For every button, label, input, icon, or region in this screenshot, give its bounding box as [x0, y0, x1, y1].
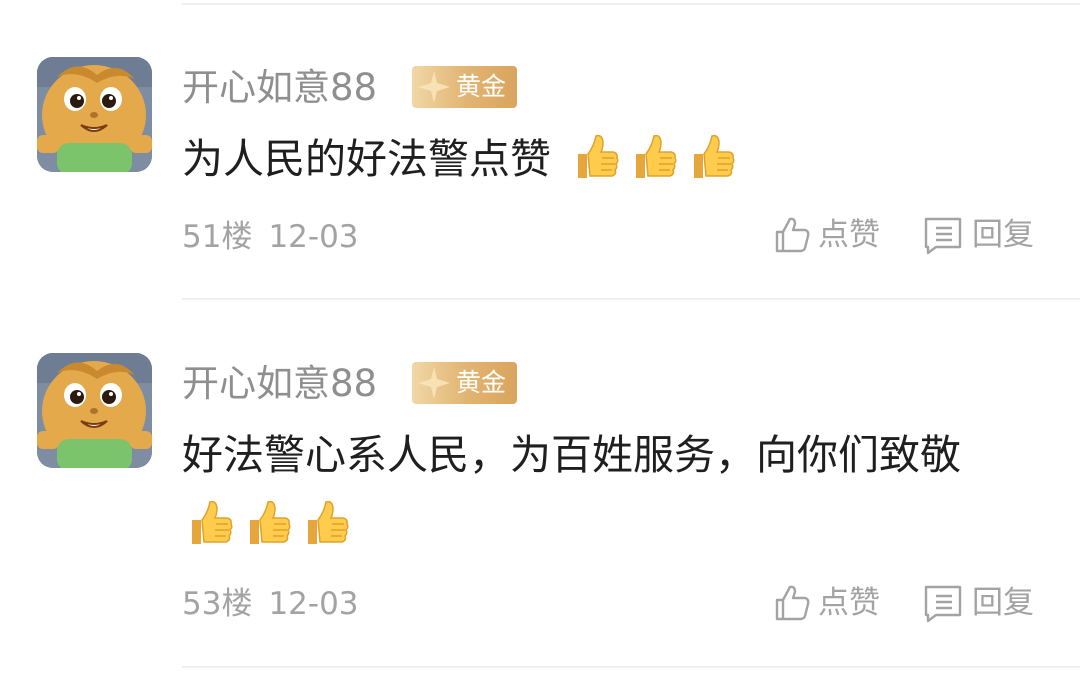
- thumbs-up-emoji-icon: [578, 134, 619, 178]
- comment-text: 为人民的好法警点赞: [182, 135, 551, 183]
- thumbs-emoji-row: [568, 130, 738, 184]
- comment-date: 12-03: [268, 219, 359, 255]
- divider-bottom: [182, 666, 1080, 668]
- thumbs-up-emoji-icon: [192, 500, 233, 544]
- like-button[interactable]: 点赞: [772, 215, 880, 255]
- comment-meta: 51楼 12-03: [182, 217, 359, 257]
- reply-outline-icon: [924, 217, 962, 255]
- comment-date: 12-03: [268, 586, 359, 622]
- comment-item: 开心如意88 黄金 好法警心系人民，为百姓服务，向你们致敬 53楼 12-03: [0, 300, 1080, 666]
- thumb-up-outline-icon: [775, 217, 810, 253]
- level-badge: 黄金: [412, 362, 517, 404]
- comment-text: 好法警心系人民，为百姓服务，向你们致敬: [182, 431, 961, 479]
- thumbs-emoji-row: [182, 496, 352, 550]
- reply-label: 回复: [972, 217, 1034, 253]
- reply-label: 回复: [972, 585, 1034, 621]
- avatar-cartoon-icon: [37, 353, 152, 468]
- username[interactable]: 开心如意88: [182, 66, 377, 110]
- like-label: 点赞: [818, 217, 880, 253]
- avatar-cartoon-icon: [37, 57, 152, 172]
- badge-label: 黄金: [456, 368, 507, 397]
- floor-number: 53楼: [182, 586, 253, 622]
- reply-button[interactable]: 回复: [922, 583, 1034, 623]
- thumbs-up-emoji-icon: [250, 500, 291, 544]
- avatar[interactable]: [37, 353, 152, 468]
- like-button[interactable]: 点赞: [772, 583, 880, 623]
- comment-item: 开心如意88 黄金 为人民的好法警点赞 51楼 12-03 点赞 回复: [0, 0, 1080, 296]
- like-label: 点赞: [818, 585, 880, 621]
- floor-number: 51楼: [182, 219, 253, 255]
- thumb-up-outline-icon: [775, 585, 810, 621]
- star-icon: [418, 367, 450, 399]
- avatar[interactable]: [37, 57, 152, 172]
- username[interactable]: 开心如意88: [182, 362, 377, 406]
- reply-button[interactable]: 回复: [922, 215, 1034, 255]
- thumbs-up-emoji-icon: [636, 134, 677, 178]
- level-badge: 黄金: [412, 66, 517, 108]
- thumbs-up-emoji-icon: [694, 134, 735, 178]
- thumbs-up-emoji-icon: [308, 500, 349, 544]
- reply-outline-icon: [924, 585, 962, 623]
- badge-label: 黄金: [456, 72, 507, 101]
- star-icon: [418, 71, 450, 103]
- comment-meta: 53楼 12-03: [182, 584, 359, 624]
